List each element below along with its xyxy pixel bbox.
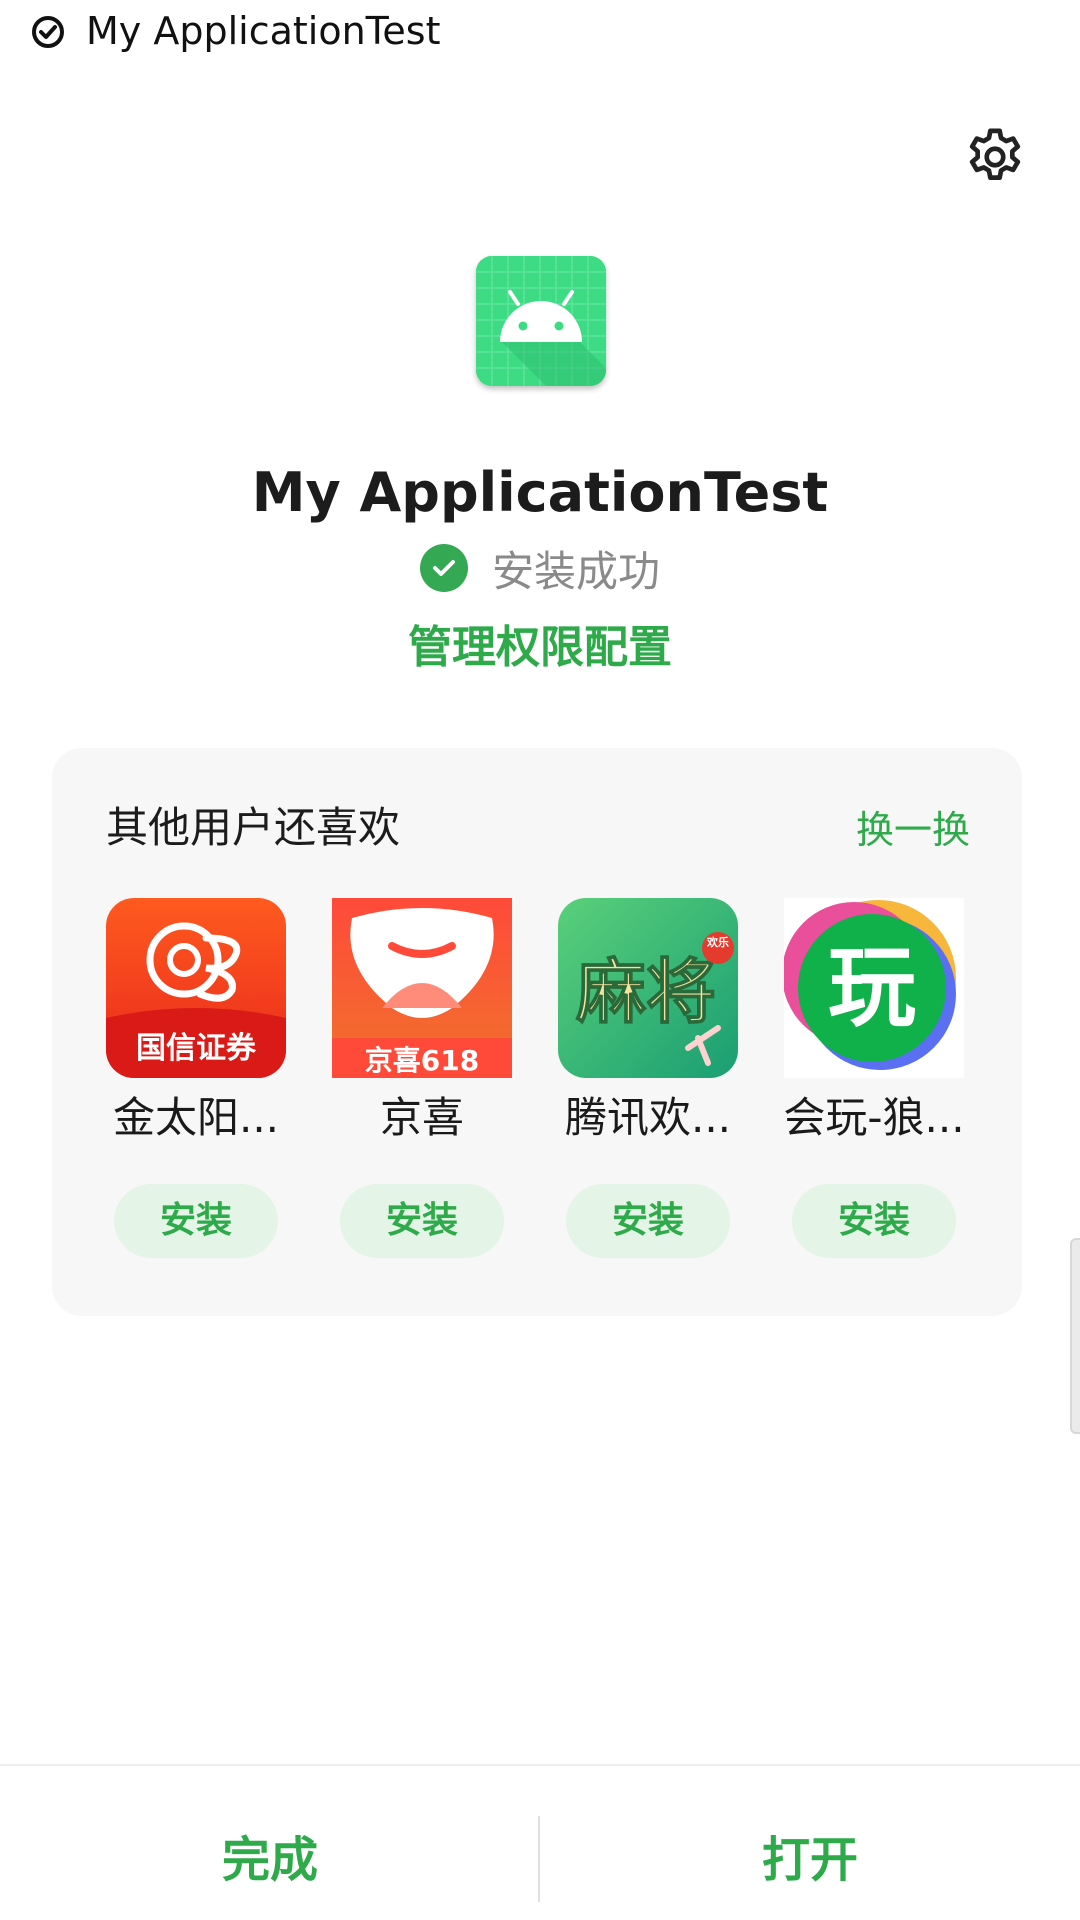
status-bar: My ApplicationTest xyxy=(0,0,1080,64)
android-icon xyxy=(476,256,606,386)
svg-text:国信证券: 国信证券 xyxy=(136,1031,257,1066)
app-name: My ApplicationTest xyxy=(251,461,829,524)
status-bar-title: My ApplicationTest xyxy=(86,9,441,53)
install-button[interactable]: 安装 xyxy=(340,1184,504,1258)
svg-text:麻将: 麻将 xyxy=(576,950,716,1033)
svg-text:欢乐: 欢乐 xyxy=(706,935,729,949)
mahjong-icon[interactable]: 欢乐 麻将 xyxy=(558,898,738,1078)
gear-icon[interactable] xyxy=(962,124,1028,190)
install-status-text: 安装成功 xyxy=(492,546,661,596)
install-button[interactable]: 安装 xyxy=(566,1184,730,1258)
bottom-divider xyxy=(0,1764,1080,1766)
guosen-securities-icon[interactable]: 国信证券 xyxy=(106,898,286,1078)
rec-item-name: 腾讯欢... xyxy=(564,1093,732,1142)
app-icon xyxy=(476,256,606,386)
done-button[interactable]: 完成 xyxy=(0,1810,540,1910)
rec-item-name: 京喜 xyxy=(379,1093,464,1142)
jingxi-icon[interactable]: 京喜618 xyxy=(332,898,512,1078)
open-button[interactable]: 打开 xyxy=(540,1810,1080,1910)
rec-item-name: 金太阳... xyxy=(112,1093,280,1142)
install-status: 安装成功 xyxy=(420,540,660,596)
install-button[interactable]: 安装 xyxy=(114,1184,278,1258)
scroll-handle[interactable] xyxy=(1070,1238,1080,1434)
recommendations-title: 其他用户还喜欢 xyxy=(106,803,401,852)
refresh-button[interactable]: 换一换 xyxy=(856,802,970,858)
svg-text:京喜618: 京喜618 xyxy=(365,1044,479,1077)
rec-item-name: 会玩-狼... xyxy=(783,1093,965,1142)
install-button[interactable]: 安装 xyxy=(792,1184,956,1258)
success-check-icon xyxy=(420,544,468,592)
huiwan-icon[interactable]: 玩 xyxy=(784,898,964,1078)
svg-text:玩: 玩 xyxy=(828,936,916,1039)
manage-permissions-link[interactable]: 管理权限配置 xyxy=(0,618,1080,678)
check-circle-icon xyxy=(32,16,64,48)
recommendations-card: 其他用户还喜欢 换一换 国信证券 金太阳... 安装 京喜618 京喜 安装 欢… xyxy=(52,748,1022,1316)
